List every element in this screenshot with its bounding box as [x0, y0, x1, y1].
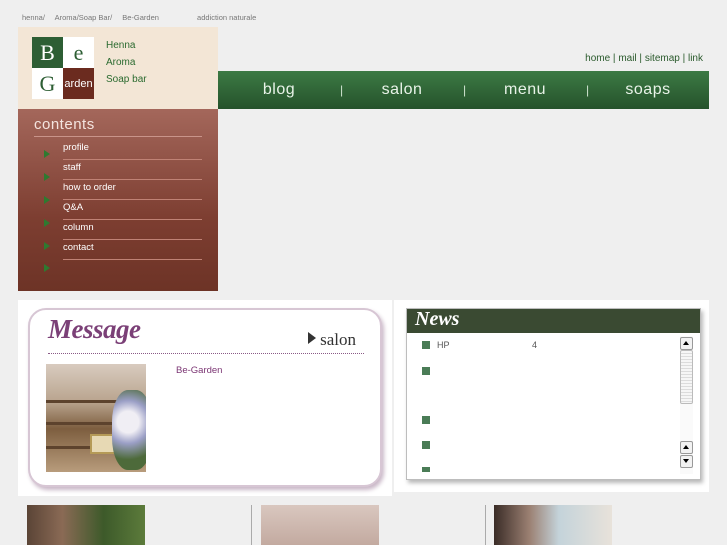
bottom-photo-salon[interactable] [494, 505, 612, 545]
logo-cell-g: G [32, 68, 63, 99]
logo-line-aroma: Aroma [106, 57, 136, 68]
arrow-icon [44, 242, 50, 250]
news-item[interactable] [422, 415, 437, 425]
scroll-up-icon[interactable] [680, 441, 693, 454]
scroll-down-icon[interactable] [680, 455, 693, 468]
contents-sidebar: contents profile staff how to order Q&A … [18, 109, 218, 291]
contents-divider [34, 136, 202, 137]
nav-blog[interactable]: blog [218, 81, 340, 99]
logo-line-henna: Henna [106, 40, 136, 51]
site-tagline: henna/ Aroma/Soap Bar/ Be-Garden addicti… [22, 13, 264, 22]
play-arrow-icon [308, 332, 317, 344]
news-panel: News HP 4 [394, 300, 709, 492]
news-item[interactable] [422, 366, 437, 376]
arrow-icon [44, 196, 50, 204]
news-card: News HP 4 [406, 308, 701, 480]
arrow-icon [44, 219, 50, 227]
logo-line-soapbar: Soap bar [106, 74, 147, 85]
top-links: home | mail | sitemap | link [585, 53, 703, 64]
message-title: Message [48, 314, 141, 344]
news-header: News [407, 308, 700, 333]
news-title: News [415, 308, 460, 330]
news-item-number: 4 [532, 340, 538, 350]
contents-title: contents [34, 116, 95, 133]
tagline-addiction: addiction naturale [197, 13, 257, 22]
link-home[interactable]: home [585, 53, 610, 64]
contents-item-qa[interactable]: Q&A [63, 199, 202, 220]
contents-item-profile[interactable]: profile [63, 139, 202, 160]
logo-mark[interactable]: B e G arden [32, 37, 94, 99]
news-scrollbar[interactable] [680, 336, 693, 474]
link-mail[interactable]: mail [618, 53, 636, 64]
scroll-thumb[interactable] [680, 350, 693, 404]
bullet-square-icon [422, 416, 430, 424]
bullet-square-icon [422, 341, 430, 349]
bottom-photo-products[interactable] [261, 505, 379, 545]
salon-link-label: salon [320, 330, 356, 349]
contents-item-how-to-order[interactable]: how to order [63, 179, 202, 200]
news-item[interactable]: HP 4 [422, 340, 537, 350]
nav-soaps[interactable]: soaps [587, 81, 709, 99]
message-card: Message salon Be-Garden [28, 308, 382, 487]
link-link[interactable]: link [688, 53, 703, 64]
message-divider [48, 353, 364, 354]
logo-cell-arden: arden [63, 68, 94, 99]
bullet-square-icon [422, 467, 430, 472]
arrow-icon [44, 173, 50, 181]
arrow-icon [44, 264, 50, 272]
contents-item-contact[interactable]: contact [63, 239, 202, 260]
salon-link[interactable]: salon [308, 330, 356, 350]
logo-cell-e: e [63, 37, 94, 68]
link-sitemap[interactable]: sitemap [645, 53, 680, 64]
news-item-text: HP [437, 340, 450, 350]
bullet-square-icon [422, 367, 430, 375]
arrow-icon [44, 150, 50, 158]
bottom-photo-staff[interactable] [27, 505, 145, 545]
bullet-square-icon [422, 441, 430, 449]
tagline-aroma: Aroma/Soap Bar/ [54, 13, 113, 22]
contents-item-column[interactable]: column [63, 219, 202, 240]
logo-text: Henna Aroma Soap bar [106, 37, 147, 88]
tagline-henna: henna/ [22, 13, 45, 22]
column-divider [251, 505, 252, 545]
salon-photo [46, 364, 146, 472]
scroll-up-icon[interactable] [680, 337, 693, 350]
message-text: Be-Garden [176, 365, 223, 376]
news-item[interactable] [422, 440, 437, 450]
message-panel: Message salon Be-Garden [18, 300, 392, 496]
column-divider [485, 505, 486, 545]
main-nav: blog | salon | menu | soaps [218, 71, 709, 109]
logo-area[interactable]: B e G arden Henna Aroma Soap bar [18, 27, 218, 109]
tagline-begarden: Be-Garden [122, 13, 159, 22]
contents-item-staff[interactable]: staff [63, 159, 202, 180]
nav-menu[interactable]: menu [464, 81, 586, 99]
logo-cell-b: B [32, 37, 63, 68]
nav-salon[interactable]: salon [341, 81, 463, 99]
photo-flowers [112, 390, 146, 470]
news-item[interactable] [422, 463, 437, 473]
